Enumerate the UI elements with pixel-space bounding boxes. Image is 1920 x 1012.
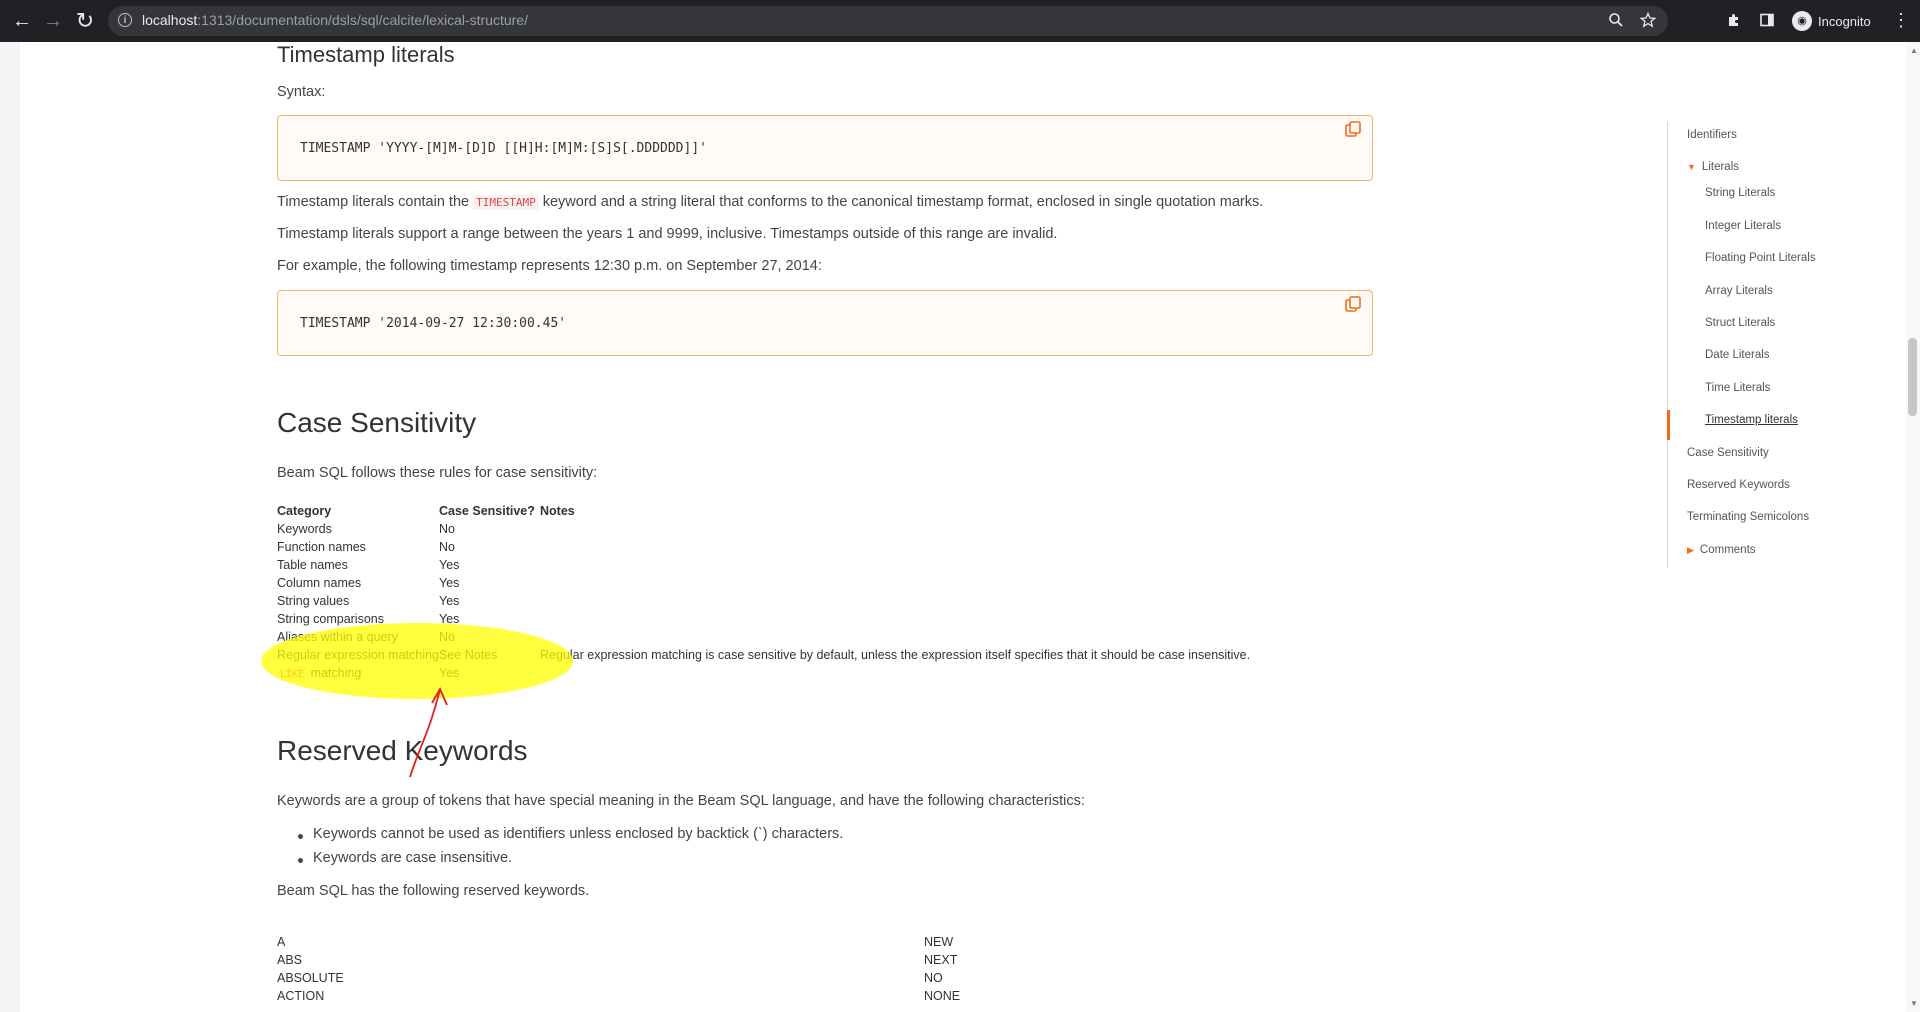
scroll-up-arrow-icon[interactable]: ▲ bbox=[1910, 46, 1918, 55]
toc-item-literals[interactable]: ▼ Literals bbox=[1687, 161, 1739, 173]
forward-arrow-icon[interactable]: → bbox=[41, 9, 65, 33]
table-header-notes: Notes bbox=[540, 504, 575, 518]
list-item: NEXT bbox=[924, 953, 958, 967]
timestamp-paragraph-1: Timestamp literals contain the TIMESTAMP… bbox=[277, 194, 1264, 210]
list-item: NEW bbox=[924, 935, 954, 949]
reload-icon[interactable]: ↻ bbox=[73, 8, 97, 33]
table-header-case-sensitive: Case Sensitive? bbox=[439, 504, 535, 518]
puzzle-icon[interactable] bbox=[1726, 12, 1742, 28]
reserved-keywords-list: Keywords cannot be used as identifiers u… bbox=[277, 826, 843, 874]
list-item: NO bbox=[924, 971, 943, 985]
url-text[interactable]: localhost:1313/documentation/dsls/sql/ca… bbox=[142, 12, 528, 28]
left-gutter bbox=[0, 42, 20, 1012]
star-icon[interactable] bbox=[1640, 12, 1656, 28]
copy-icon[interactable] bbox=[1344, 120, 1362, 138]
annotation-arrowhead bbox=[431, 686, 448, 706]
list-item: Keywords are case insensitive. bbox=[277, 850, 843, 874]
incognito-label: Incognito bbox=[1818, 13, 1871, 29]
toc-item-identifiers[interactable]: Identifiers bbox=[1687, 129, 1737, 141]
kebab-menu-icon[interactable]: ⋮ bbox=[1892, 10, 1910, 31]
toc-item-reserved-keywords[interactable]: Reserved Keywords bbox=[1687, 479, 1790, 491]
scroll-thumb[interactable] bbox=[1908, 338, 1917, 416]
info-icon[interactable]: i bbox=[118, 13, 132, 27]
toc-item-floating-point-literals[interactable]: Floating Point Literals bbox=[1705, 252, 1816, 264]
toc-item-string-literals[interactable]: String Literals bbox=[1705, 187, 1775, 199]
inline-code-timestamp: TIMESTAMP bbox=[473, 195, 539, 210]
timestamp-literals-heading: Timestamp literals bbox=[277, 42, 455, 67]
timestamp-paragraph-3: For example, the following timestamp rep… bbox=[277, 258, 822, 274]
sidepanel-icon[interactable] bbox=[1759, 12, 1775, 28]
toc-item-array-literals[interactable]: Array Literals bbox=[1705, 285, 1773, 297]
syntax-label: Syntax: bbox=[277, 84, 326, 100]
keywords-column-left: A ABS ABSOLUTE ACTION bbox=[277, 935, 344, 1007]
zoom-icon[interactable] bbox=[1608, 12, 1624, 28]
page-scrollbar[interactable]: ▲ ▼ bbox=[1906, 42, 1920, 1012]
reserved-keywords-heading: Reserved Keywords bbox=[277, 735, 528, 766]
scroll-down-arrow-icon[interactable]: ▼ bbox=[1910, 999, 1918, 1008]
browser-toolbar: ← → ↻ i localhost:1313/documentation/dsl… bbox=[0, 0, 1920, 42]
copy-icon[interactable] bbox=[1344, 295, 1362, 313]
case-sensitivity-heading: Case Sensitivity bbox=[277, 407, 477, 438]
toc-active-marker bbox=[1667, 410, 1670, 440]
incognito-indicator[interactable]: ◉ Incognito bbox=[1792, 11, 1871, 31]
syntax-code: TIMESTAMP 'YYYY-[M]M-[D]D [[H]H:[M]M:[S]… bbox=[300, 141, 707, 156]
example-code: TIMESTAMP '2014-09-27 12:30:00.45' bbox=[300, 316, 567, 331]
list-item: ABS bbox=[277, 953, 303, 967]
reserved-keywords-outro: Beam SQL has the following reserved keyw… bbox=[277, 883, 590, 899]
toc-item-terminating-semicolons[interactable]: Terminating Semicolons bbox=[1687, 511, 1809, 523]
list-item: A bbox=[277, 935, 286, 949]
keywords-column-right: NEW NEXT NO NONE bbox=[924, 935, 960, 1007]
page-content: Timestamp literals Syntax: TIMESTAMP 'YY… bbox=[0, 42, 1906, 1012]
incognito-icon: ◉ bbox=[1792, 11, 1812, 31]
syntax-code-block: TIMESTAMP 'YYYY-[M]M-[D]D [[H]H:[M]M:[S]… bbox=[277, 115, 1373, 181]
toc-item-time-literals[interactable]: Time Literals bbox=[1705, 382, 1770, 394]
reserved-keywords-intro: Keywords are a group of tokens that have… bbox=[277, 793, 1085, 809]
toc-item-struct-literals[interactable]: Struct Literals bbox=[1705, 317, 1775, 329]
toc-item-comments[interactable]: ▶ Comments bbox=[1687, 544, 1756, 556]
table-header-category: Category bbox=[277, 504, 332, 518]
toc-item-case-sensitivity[interactable]: Case Sensitivity bbox=[1687, 447, 1769, 459]
expanded-triangle-icon[interactable]: ▼ bbox=[1687, 162, 1696, 172]
toc-item-integer-literals[interactable]: Integer Literals bbox=[1705, 220, 1781, 232]
collapsed-triangle-icon[interactable]: ▶ bbox=[1687, 545, 1694, 555]
list-item: Keywords cannot be used as identifiers u… bbox=[277, 826, 843, 850]
toc-item-date-literals[interactable]: Date Literals bbox=[1705, 349, 1770, 361]
timestamp-paragraph-2: Timestamp literals support a range betwe… bbox=[277, 226, 1058, 242]
back-arrow-icon[interactable]: ← bbox=[10, 9, 34, 33]
address-bar[interactable]: i localhost:1313/documentation/dsls/sql/… bbox=[108, 6, 1668, 36]
toc-item-timestamp-literals[interactable]: Timestamp literals bbox=[1705, 414, 1798, 426]
list-item: ACTION bbox=[277, 989, 325, 1003]
table-of-contents: Identifiers ▼ Literals String Literals In… bbox=[1667, 122, 1868, 568]
case-sensitivity-intro: Beam SQL follows these rules for case se… bbox=[277, 465, 598, 481]
list-item: NONE bbox=[924, 989, 961, 1003]
list-item: ABSOLUTE bbox=[277, 971, 344, 985]
example-code-block: TIMESTAMP '2014-09-27 12:30:00.45' bbox=[277, 290, 1373, 356]
